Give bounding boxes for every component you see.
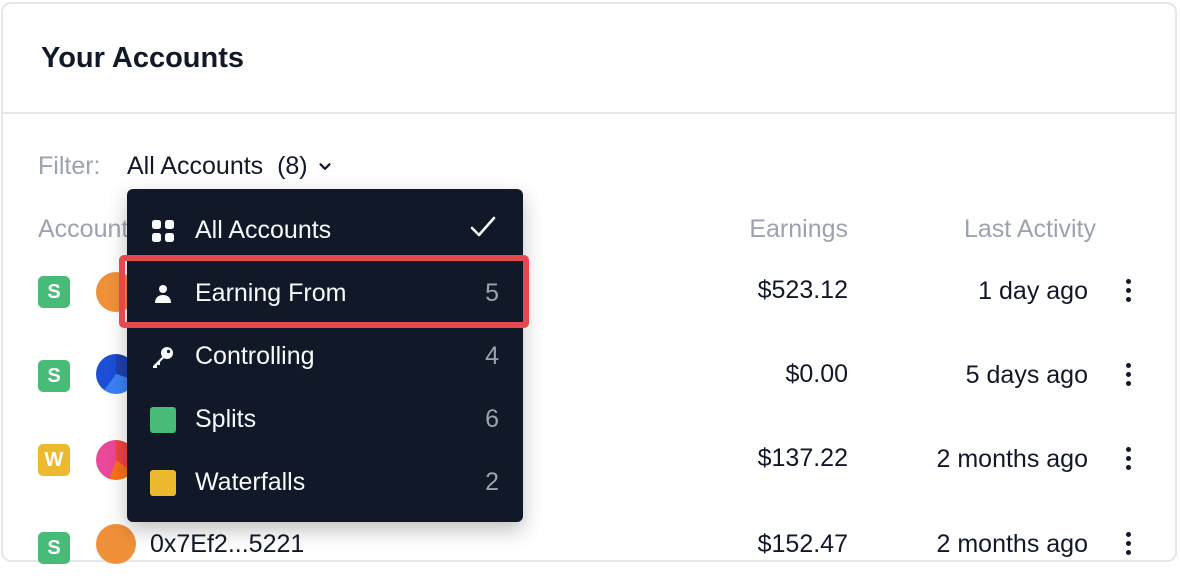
- page-title: Your Accounts: [41, 42, 245, 74]
- more-options-icon[interactable]: [1124, 447, 1132, 475]
- more-options-icon[interactable]: [1124, 363, 1132, 391]
- menu-item-earning-from[interactable]: Earning From 5: [127, 262, 523, 325]
- menu-item-waterfalls[interactable]: Waterfalls 2: [127, 451, 523, 514]
- grid-icon: [149, 217, 177, 245]
- filter-label: Filter:: [38, 152, 101, 180]
- more-options-icon[interactable]: [1124, 532, 1132, 560]
- account-type-badge: W: [38, 444, 70, 476]
- last-activity-value: 5 days ago: [965, 361, 1088, 389]
- menu-item-count: 4: [485, 342, 499, 370]
- filter-dropdown-menu: All Accounts Earning From 5 Controlling …: [127, 189, 523, 522]
- last-activity-value: 2 months ago: [936, 530, 1089, 558]
- last-activity-value: 2 months ago: [936, 445, 1089, 473]
- chevron-down-icon: [319, 162, 331, 170]
- account-name[interactable]: 0x7Ef2...5221: [150, 530, 304, 559]
- filter-dropdown-button[interactable]: All Accounts (8): [127, 152, 334, 181]
- column-header-last-activity[interactable]: Last Activity: [964, 215, 1096, 244]
- green-square-icon: [149, 406, 177, 434]
- checkmark-icon: [469, 215, 497, 246]
- last-activity-value: 1 day ago: [978, 277, 1088, 305]
- filter-value: All Accounts (8): [127, 152, 308, 180]
- table-row[interactable]: S 0x7Ef2...5221 $152.47 2 months ago: [0, 518, 1180, 578]
- column-header-accounts[interactable]: Accounts: [38, 215, 141, 244]
- menu-item-count: 6: [485, 405, 499, 433]
- account-type-badge: S: [38, 360, 70, 392]
- key-icon: [149, 343, 177, 371]
- yellow-square-icon: [149, 469, 177, 497]
- account-type-badge: S: [38, 276, 70, 308]
- menu-item-count: 5: [485, 279, 499, 307]
- menu-item-count: 2: [485, 468, 499, 496]
- menu-item-label: Controlling: [195, 342, 315, 370]
- menu-item-all-accounts[interactable]: All Accounts: [127, 199, 523, 262]
- person-icon: [149, 280, 177, 308]
- menu-item-splits[interactable]: Splits 6: [127, 388, 523, 451]
- avatar: [96, 524, 136, 564]
- earnings-value: $0.00: [785, 360, 848, 388]
- menu-item-label: Splits: [195, 405, 257, 433]
- account-type-badge: S: [38, 532, 70, 564]
- menu-item-label: Earning From: [195, 279, 347, 307]
- header-divider: [3, 112, 1175, 114]
- column-header-earnings[interactable]: Earnings: [749, 215, 848, 244]
- earnings-value: $137.22: [757, 444, 848, 472]
- more-options-icon[interactable]: [1124, 279, 1132, 307]
- menu-item-label: All Accounts: [195, 216, 332, 244]
- menu-item-controlling[interactable]: Controlling 4: [127, 325, 523, 388]
- earnings-value: $523.12: [757, 276, 848, 304]
- earnings-value: $152.47: [757, 530, 848, 558]
- menu-item-label: Waterfalls: [195, 468, 306, 496]
